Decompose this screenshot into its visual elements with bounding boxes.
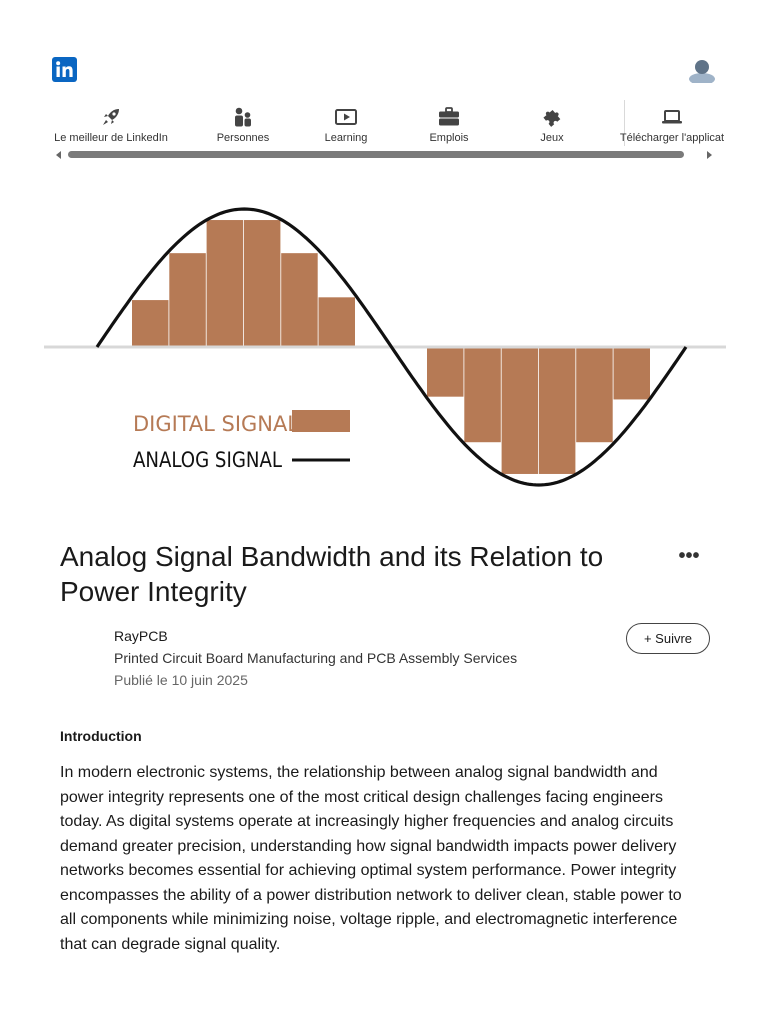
scrollbar-thumb[interactable] [68,151,684,158]
nav-item-people[interactable]: Personnes [183,100,303,148]
laptop-icon [662,110,682,124]
nav-item-download-app[interactable]: Télécharger l'applicat [612,100,732,148]
digital-signal-bar [501,347,539,474]
scroll-right-arrow-icon[interactable] [704,150,714,160]
more-options-button[interactable]: ••• [676,545,702,567]
nav-label: Jeux [540,132,564,144]
nav-item-best-of-linkedin[interactable]: Le meilleur de LinkedIn [51,100,171,148]
digital-signal-bar [243,220,281,347]
user-avatar-icon[interactable] [688,57,716,85]
digital-signal-bar [538,347,576,474]
follow-button[interactable]: + Suivre [626,623,710,654]
publish-date: Publié le 10 juin 2025 [114,672,248,688]
top-nav: Le meilleur de LinkedIn Personnes Learni… [44,100,724,148]
briefcase-icon [439,107,459,126]
video-play-icon [335,109,357,125]
nav-item-games[interactable]: Jeux [492,100,612,148]
section-heading: Introduction [60,728,142,744]
people-icon [235,107,251,127]
legend-digital-swatch [292,410,350,432]
nav-scrollbar[interactable] [52,148,717,160]
digital-signal-bar [169,253,206,347]
nav-label: Learning [324,132,368,144]
scroll-left-arrow-icon[interactable] [54,150,64,160]
author-headline: Printed Circuit Board Manufacturing and … [114,650,518,666]
nav-item-learning[interactable]: Learning [286,100,406,148]
digital-signal-bar [427,347,464,397]
nav-label: Personnes [216,132,270,144]
digital-signal-bar [132,300,169,347]
nav-label: Emplois [429,132,469,144]
legend-digital-signal: DIGITAL SIGNAL [133,412,300,436]
nav-label: Télécharger l'applicat [619,132,725,144]
rocket-icon [103,109,119,125]
puzzle-icon [543,109,561,127]
digital-signal-bar [281,253,318,347]
article-title: Analog Signal Bandwidth and its Relation… [60,541,604,607]
digital-signal-bar [576,347,613,443]
cover-image-signal-diagram: DIGITAL SIGNAL ANALOG SIGNAL [44,207,726,487]
digital-signal-bar [613,347,650,400]
legend-analog-signal: ANALOG SIGNAL [133,448,282,472]
author-name[interactable]: RayPCB [114,628,168,644]
nav-label: Le meilleur de LinkedIn [54,132,168,144]
nav-item-jobs[interactable]: Emplois [389,100,509,148]
digital-signal-bar [464,347,501,443]
digital-signal-bar [206,220,244,347]
article-paragraph: In modern electronic systems, the relati… [60,764,682,953]
linkedin-logo[interactable] [52,57,77,82]
digital-signal-bar [318,297,355,347]
